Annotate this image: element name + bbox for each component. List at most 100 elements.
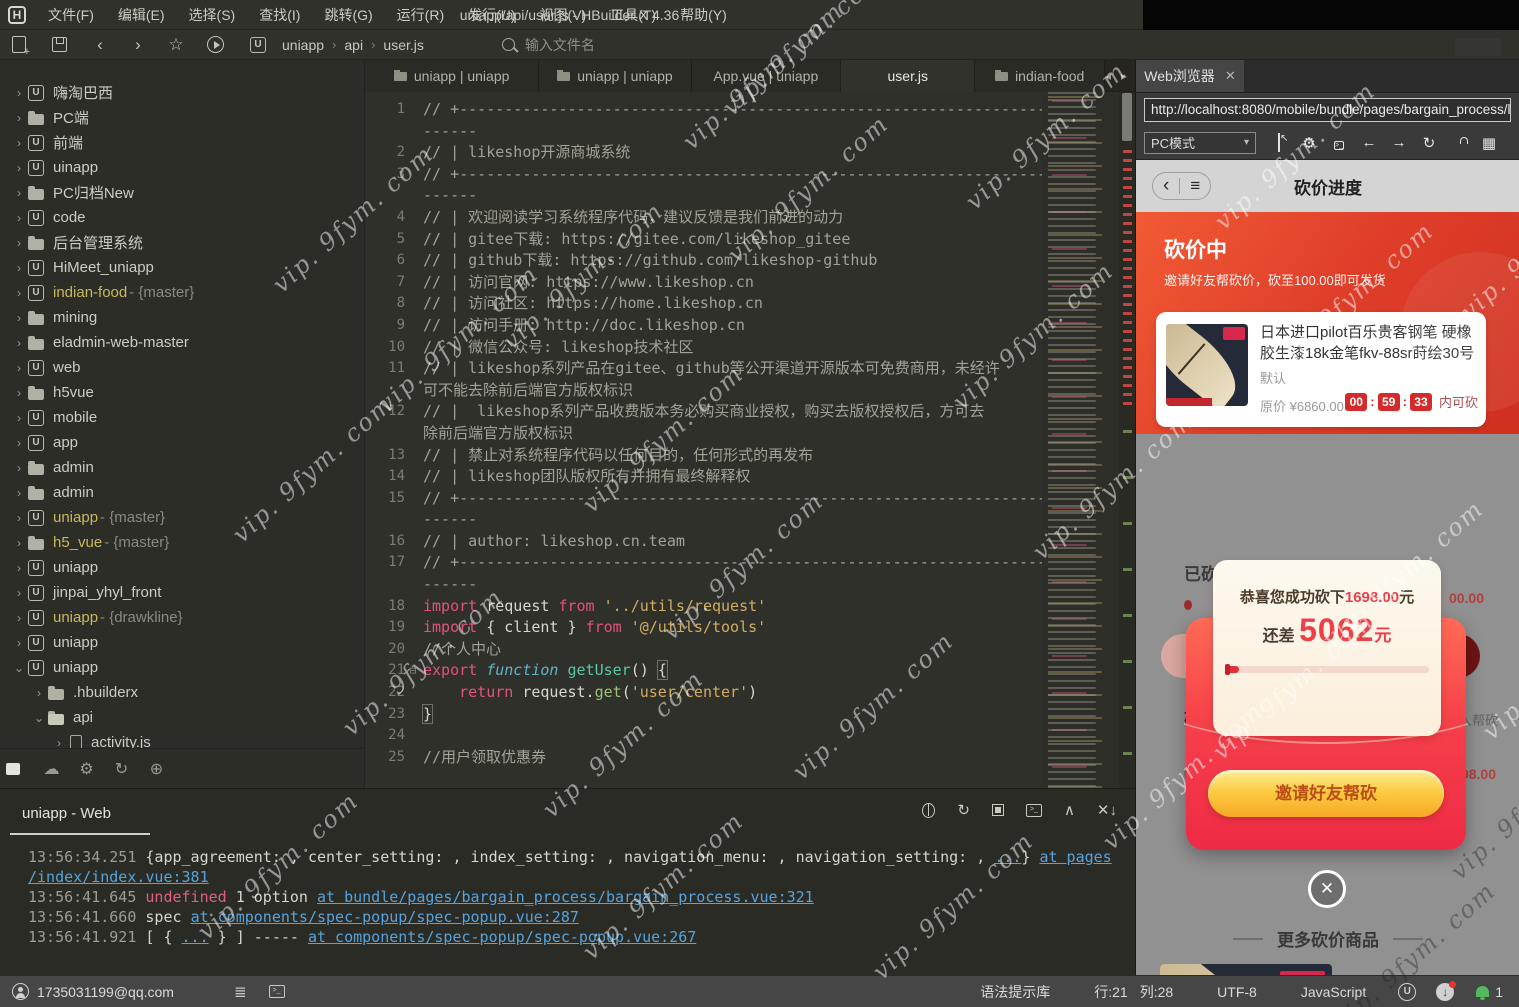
- devtools-icon[interactable]: >_: [1324, 134, 1354, 151]
- menu-item[interactable]: 查找(I): [247, 0, 312, 30]
- tree-item[interactable]: ›uniapp - {drawkline}: [0, 605, 364, 630]
- chevron-right-icon[interactable]: ›: [10, 361, 28, 375]
- console-link[interactable]: at components/spec-popup/spec-popup.vue:…: [308, 928, 696, 946]
- tree-item[interactable]: ›PC归档New: [0, 180, 364, 205]
- tree-item[interactable]: ⌄uniapp: [0, 655, 364, 680]
- menu-item[interactable]: 文件(F): [36, 0, 106, 30]
- cursor-line[interactable]: 行:21: [1094, 982, 1127, 1002]
- encoding-label[interactable]: UTF-8: [1217, 984, 1257, 1000]
- run-icon[interactable]: [207, 36, 224, 53]
- tree-item[interactable]: ›h5vue: [0, 380, 364, 405]
- cursor-column[interactable]: 列:28: [1140, 982, 1173, 1002]
- close-popup-icon[interactable]: ✕: [1308, 870, 1346, 908]
- console-link[interactable]: ...: [994, 848, 1021, 866]
- breadcrumb-project[interactable]: uniapp: [282, 37, 324, 53]
- tree-item[interactable]: ›uniapp: [0, 630, 364, 655]
- more-product-image[interactable]: CUSTOM URUSHI: [1160, 964, 1332, 975]
- tree-item[interactable]: ›前端: [0, 130, 364, 155]
- editor-tab[interactable]: user.js: [841, 60, 975, 92]
- stop-icon[interactable]: [992, 804, 1004, 816]
- breadcrumb-file[interactable]: user.js: [383, 37, 423, 53]
- device-mode-select[interactable]: PC模式 ▾: [1144, 132, 1256, 154]
- tree-item[interactable]: ›后台管理系统: [0, 230, 364, 255]
- editor-tab[interactable]: uniapp | uniapp: [539, 60, 691, 92]
- tree-item[interactable]: ›HiMeet_uniapp: [0, 255, 364, 280]
- tree-item[interactable]: ›uniapp - {master}: [0, 505, 364, 530]
- tree-item[interactable]: ›mobile: [0, 405, 364, 430]
- restart-icon[interactable]: ↻: [957, 801, 970, 819]
- notification-count[interactable]: 1: [1495, 984, 1503, 1000]
- collapse-icon[interactable]: ∧: [1064, 801, 1075, 819]
- tree-item[interactable]: ›mining: [0, 305, 364, 330]
- tree-item[interactable]: ⌄api: [0, 705, 364, 730]
- console-link[interactable]: at bundle/pages/bargain_process/bargain_…: [317, 888, 814, 906]
- nav-back-icon[interactable]: ←: [1354, 134, 1384, 151]
- menu-item[interactable]: 工具(T): [598, 0, 668, 30]
- tree-item[interactable]: ›eladmin-web-master: [0, 330, 364, 355]
- chevron-right-icon[interactable]: ›: [10, 611, 28, 625]
- outline-icon[interactable]: ≣: [234, 983, 247, 1001]
- download-icon[interactable]: ↓: [1436, 983, 1454, 1001]
- clear-console-icon[interactable]: ✕↓: [1097, 801, 1117, 819]
- close-tab-icon[interactable]: ✕: [1225, 68, 1236, 84]
- tree-item[interactable]: ›admin: [0, 455, 364, 480]
- nav-forward-icon[interactable]: →: [1384, 134, 1414, 151]
- editor-tab[interactable]: App.vue | uniapp: [692, 60, 841, 92]
- menu-item[interactable]: 选择(S): [177, 0, 248, 30]
- qr-code-icon[interactable]: ▦: [1474, 134, 1504, 152]
- menu-item[interactable]: 发行(U): [456, 0, 527, 30]
- new-terminal-icon[interactable]: >_: [1026, 804, 1042, 817]
- chevron-right-icon[interactable]: ›: [10, 136, 28, 150]
- menu-item[interactable]: 帮助(Y): [668, 0, 739, 30]
- tree-item[interactable]: ›jinpai_yhyl_front: [0, 580, 364, 605]
- chevron-right-icon[interactable]: ›: [10, 261, 28, 275]
- tab-next-icon[interactable]: ▸: [1121, 69, 1127, 83]
- forward-icon[interactable]: ›: [119, 35, 157, 55]
- console-tab[interactable]: uniapp - Web: [22, 805, 111, 822]
- tree-item[interactable]: ›app: [0, 430, 364, 455]
- chevron-right-icon[interactable]: ›: [10, 111, 28, 125]
- tree-item[interactable]: ›uniapp: [0, 555, 364, 580]
- chevron-right-icon[interactable]: ›: [10, 186, 28, 200]
- refresh-icon[interactable]: ↻: [104, 759, 139, 779]
- chevron-right-icon[interactable]: ›: [10, 311, 28, 325]
- chevron-right-icon[interactable]: ›: [10, 561, 28, 575]
- chevron-right-icon[interactable]: ›: [10, 436, 28, 450]
- url-input[interactable]: http://localhost:8080/mobile/bundle/page…: [1144, 98, 1511, 122]
- console-link[interactable]: at components/spec-popup/spec-popup.vue:…: [191, 908, 579, 926]
- tree-item[interactable]: ›PC端: [0, 105, 364, 130]
- fold-icon[interactable]: ⊟: [405, 660, 421, 682]
- globe-icon[interactable]: ⊕: [139, 759, 174, 779]
- chevron-right-icon[interactable]: ›: [10, 386, 28, 400]
- chevron-down-icon[interactable]: ⌄: [30, 711, 48, 725]
- notification-bell-icon[interactable]: [1476, 986, 1489, 997]
- tree-item[interactable]: ›code: [0, 205, 364, 230]
- chevron-right-icon[interactable]: ›: [10, 161, 28, 175]
- console-link[interactable]: at pages: [1039, 848, 1111, 866]
- gear-icon[interactable]: ⚙: [1294, 134, 1324, 152]
- tree-item[interactable]: ›web: [0, 355, 364, 380]
- new-file-icon[interactable]: [12, 36, 26, 53]
- chevron-right-icon[interactable]: ›: [10, 236, 28, 250]
- minimap[interactable]: [1042, 92, 1119, 788]
- chevron-right-icon[interactable]: ›: [10, 411, 28, 425]
- browser-tab[interactable]: Web浏览器 ✕: [1136, 60, 1244, 92]
- editor-tab[interactable]: indian-food: [975, 60, 1104, 92]
- console-link[interactable]: /index/index.vue:381: [28, 868, 209, 886]
- menu-item[interactable]: 跳转(G): [312, 0, 384, 30]
- editor-tab[interactable]: uniapp | uniapp: [365, 60, 539, 92]
- tree-item[interactable]: ›admin: [0, 480, 364, 505]
- back-icon[interactable]: ‹: [81, 35, 119, 55]
- code-area[interactable]: 1// +-----------------------------------…: [365, 92, 1042, 788]
- chevron-right-icon[interactable]: ›: [50, 736, 68, 749]
- star-icon[interactable]: ☆: [157, 35, 195, 55]
- reload-icon[interactable]: ↻: [1414, 134, 1444, 152]
- chevron-down-icon[interactable]: ⌄: [10, 661, 28, 675]
- cloud-icon[interactable]: ☁: [34, 759, 69, 779]
- chevron-right-icon[interactable]: ›: [10, 636, 28, 650]
- chevron-right-icon[interactable]: ›: [10, 211, 28, 225]
- tab-scroll-arrows[interactable]: ◂▸: [1105, 60, 1135, 91]
- chevron-right-icon[interactable]: ›: [10, 511, 28, 525]
- open-external-icon[interactable]: [1264, 134, 1294, 151]
- tree-item[interactable]: ›activity.js: [0, 730, 364, 748]
